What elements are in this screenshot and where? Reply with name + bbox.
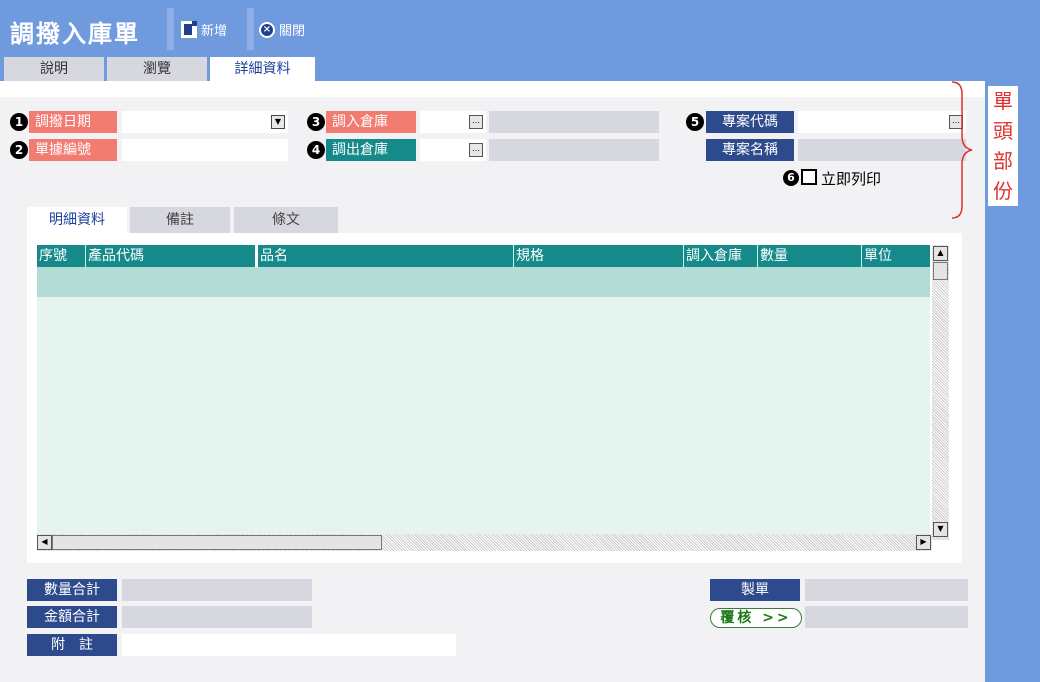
- annotation-char: 份: [993, 179, 1013, 203]
- header-brace: [951, 81, 973, 219]
- tab-line-items[interactable]: 明細資料: [27, 207, 127, 233]
- project-code-label: 專案代碼: [706, 111, 794, 133]
- project-code-input[interactable]: [798, 111, 966, 133]
- tab-terms[interactable]: 條文: [234, 207, 338, 233]
- field-number-5: 5: [686, 113, 704, 131]
- review-button[interactable]: 覆核 >>: [710, 608, 802, 628]
- qty-total-field: [122, 579, 312, 601]
- maker-label: 製單: [710, 579, 800, 601]
- review-field: [805, 606, 968, 628]
- panel-top-strip: [0, 81, 985, 97]
- tab-browse[interactable]: 瀏覽: [107, 57, 207, 81]
- project-name-field: [798, 139, 966, 161]
- note-input[interactable]: [122, 634, 456, 656]
- doc-number-input[interactable]: [122, 139, 288, 161]
- field-number-1: 1: [10, 113, 28, 131]
- col-seq[interactable]: 序號: [37, 245, 85, 267]
- amount-total-label: 金額合計: [27, 606, 117, 628]
- tab-description[interactable]: 說明: [4, 57, 104, 81]
- transfer-date-dropdown[interactable]: ▼: [271, 115, 285, 129]
- transfer-date-label: 調撥日期: [29, 111, 117, 133]
- close-icon: ×: [259, 21, 275, 38]
- project-name-label: 專案名稱: [706, 139, 794, 161]
- scroll-right-button[interactable]: ▶: [916, 535, 931, 550]
- print-now-checkbox[interactable]: [801, 169, 817, 185]
- doc-number-label: 單據編號: [29, 139, 117, 161]
- annotation-char: 部: [993, 149, 1013, 173]
- page-title: 調撥入庫單: [10, 20, 140, 48]
- scroll-down-button[interactable]: ▼: [933, 522, 948, 537]
- table-row[interactable]: [37, 267, 930, 297]
- in-warehouse-lookup-button[interactable]: …: [469, 115, 483, 129]
- transfer-date-input[interactable]: [122, 111, 288, 133]
- col-spec[interactable]: 規格: [513, 245, 683, 267]
- horizontal-scroll-thumb[interactable]: [52, 535, 382, 550]
- amount-total-field: [122, 606, 312, 628]
- scroll-left-button[interactable]: ◀: [37, 535, 52, 550]
- print-now-label: 立即列印: [821, 170, 882, 188]
- col-product-name[interactable]: 品名: [255, 245, 513, 267]
- header-annotation: 單 頭 部 份: [988, 86, 1018, 206]
- new-button-label: 新增: [201, 24, 228, 39]
- field-number-4: 4: [307, 141, 325, 159]
- out-warehouse-label: 調出倉庫: [326, 139, 416, 161]
- vertical-scroll-thumb[interactable]: [933, 262, 948, 280]
- note-label: 附 註: [27, 634, 117, 656]
- grid-header: 序號 產品代碼 品名 規格 調入倉庫 數量 單位: [37, 245, 930, 267]
- col-quantity[interactable]: 數量: [757, 245, 861, 267]
- maker-field: [805, 579, 968, 601]
- col-product-code[interactable]: 產品代碼: [85, 245, 255, 267]
- scroll-up-button[interactable]: ▲: [933, 246, 948, 261]
- toolbar-separator-2: [247, 8, 254, 50]
- close-button-label: 關閉: [279, 24, 306, 39]
- toolbar-separator: [167, 8, 174, 50]
- tab-remarks[interactable]: 備註: [130, 207, 230, 233]
- out-warehouse-lookup-button[interactable]: …: [469, 143, 483, 157]
- new-document-icon: [181, 21, 197, 38]
- field-number-6: 6: [783, 170, 799, 186]
- annotation-char: 單: [993, 89, 1013, 113]
- col-in-warehouse[interactable]: 調入倉庫: [683, 245, 757, 267]
- new-button[interactable]: 新增: [181, 20, 227, 39]
- in-warehouse-label: 調入倉庫: [326, 111, 416, 133]
- qty-total-label: 數量合計: [27, 579, 117, 601]
- in-warehouse-name: [489, 111, 659, 133]
- close-button[interactable]: × 關閉: [259, 20, 305, 39]
- field-number-3: 3: [307, 113, 325, 131]
- col-unit[interactable]: 單位: [861, 245, 930, 267]
- annotation-char: 頭: [993, 119, 1013, 143]
- vertical-scrollbar[interactable]: [932, 245, 949, 540]
- field-number-2: 2: [10, 141, 28, 159]
- out-warehouse-name: [489, 139, 659, 161]
- grid-body[interactable]: [37, 297, 930, 540]
- tab-details[interactable]: 詳細資料: [210, 57, 315, 81]
